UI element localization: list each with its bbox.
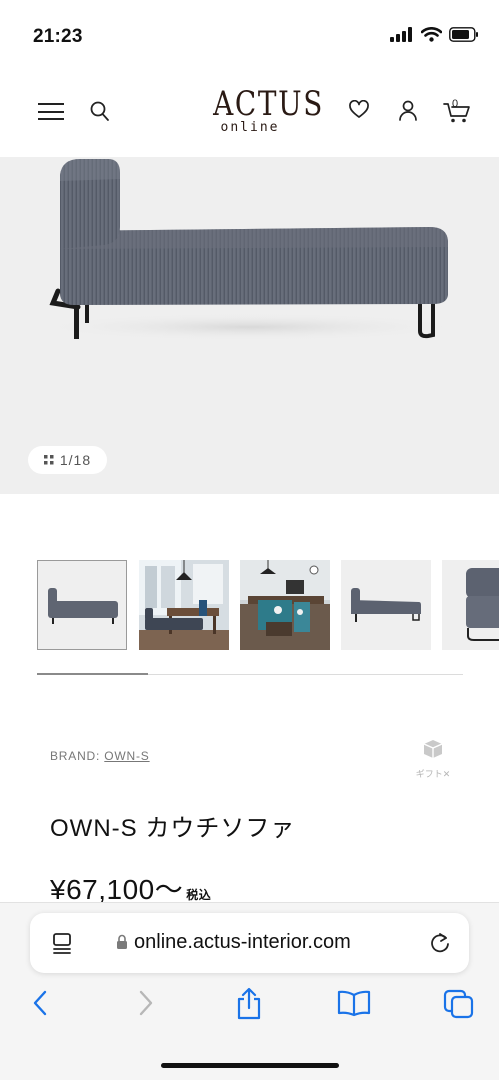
logo-main-text: ACTUS [213,84,324,124]
image-counter-text: 1/18 [59,452,92,468]
battery-icon [449,27,478,42]
status-bar: 21:23 [0,0,499,70]
home-indicator [161,1063,339,1068]
menu-icon[interactable] [38,103,64,120]
price-value: ¥67,100～ [50,874,184,905]
thumbnail-4[interactable] [341,560,431,650]
thumbnail-strip [37,560,499,652]
tax-label: 税込 [186,888,212,902]
thumbnail-5[interactable] [442,560,499,650]
browser-toolbar: online.actus-interior.com [0,902,499,1080]
sofa-image [35,159,465,341]
cart-count: 0 [452,98,459,110]
url-text[interactable]: online.actus-interior.com [134,931,351,954]
gift-label: ギフト✕ [415,769,451,779]
forward-icon[interactable] [136,989,156,1017]
thumb-sofa-angle-image [351,588,421,622]
reload-icon[interactable] [429,931,451,955]
thumb-room-image [139,560,229,650]
back-icon[interactable] [30,989,50,1017]
cellular-signal-icon [390,27,412,42]
share-icon[interactable] [236,987,262,1021]
lock-icon [117,934,127,949]
address-bar[interactable]: online.actus-interior.com [30,913,469,973]
product-name: OWN-S カウチソファ [50,815,296,842]
gift-indicator: ギフト✕ [412,738,454,780]
site-header: ACTUS online 0 [0,70,499,157]
page-menu-icon[interactable] [52,932,74,956]
thumbnail-3[interactable] [240,560,330,650]
brand-line: BRAND: OWN-S [50,749,150,763]
thumb-dining-image [240,560,330,650]
search-icon[interactable] [90,101,110,123]
status-icons [390,27,479,42]
product-main-image[interactable]: 1/18 [0,157,499,494]
thumbnail-1[interactable] [37,560,127,650]
user-icon[interactable] [398,100,418,122]
status-time: 21:23 [33,26,83,47]
gift-box-icon [423,740,443,758]
grid-icon [43,455,54,465]
thumbnail-scroll-track [37,673,463,675]
brand-label: BRAND: [50,749,101,763]
tabs-icon[interactable] [443,989,475,1019]
wifi-icon [421,27,442,42]
thumbnail-2[interactable] [139,560,229,650]
image-counter[interactable]: 1/18 [28,446,107,474]
brand-link[interactable]: OWN-S [104,749,149,763]
thumb-sofa-image [48,588,118,624]
bookmarks-icon[interactable] [337,989,371,1017]
thumbnail-scroll-indicator [37,673,148,675]
thumb-sofa-front-image [466,568,499,641]
heart-icon[interactable] [348,100,370,120]
actus-logo[interactable]: ACTUS online [205,84,324,135]
